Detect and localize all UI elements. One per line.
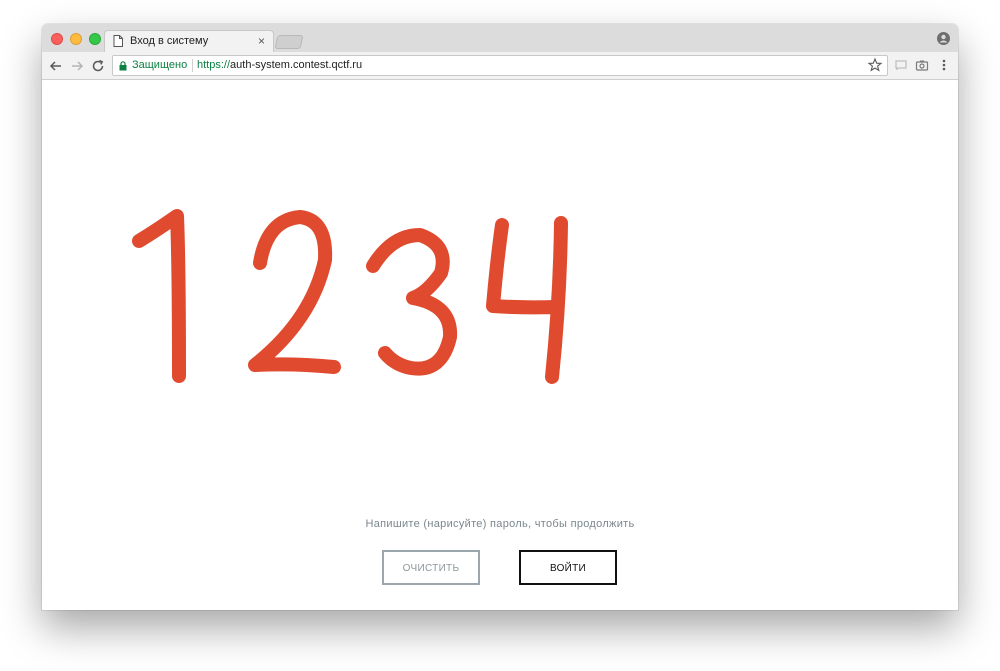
drawn-digit-3 [366, 228, 458, 376]
browser-window: Вход в систему × Защищено https://auth-s… [42, 24, 958, 610]
secure-label: Защищено [132, 59, 188, 71]
title-bar: Вход в систему × [42, 24, 958, 52]
url-host: auth-system.contest.qctf.ru [230, 59, 363, 71]
url-scheme: https:// [197, 59, 231, 71]
document-icon [113, 35, 123, 47]
camera-icon[interactable] [915, 58, 929, 72]
menu-dots-icon[interactable] [937, 58, 951, 72]
back-arrow-icon[interactable] [47, 57, 65, 75]
address-bar[interactable]: Защищено https://auth-system.contest.qct… [112, 55, 888, 76]
drawn-password [132, 209, 568, 384]
drawn-digit-2 [248, 210, 341, 374]
page-content: Напишите (нарисуйте) пароль, чтобы продо… [42, 80, 958, 610]
omnibox-divider [192, 59, 193, 72]
url-text: https://auth-system.contest.qctf.ru [197, 59, 362, 71]
close-window-button[interactable] [51, 33, 63, 45]
lock-icon [119, 61, 127, 71]
drawn-digit-4 [486, 216, 568, 384]
tab-title: Вход в систему [130, 35, 209, 47]
browser-tab[interactable]: Вход в систему × [104, 30, 274, 52]
forward-arrow-icon[interactable] [68, 57, 86, 75]
profile-icon[interactable] [937, 32, 950, 45]
minimize-window-button[interactable] [70, 33, 82, 45]
reload-icon[interactable] [89, 57, 107, 75]
browser-toolbar: Защищено https://auth-system.contest.qct… [42, 52, 958, 80]
login-button[interactable]: ВОЙТИ [519, 550, 617, 585]
maximize-window-button[interactable] [89, 33, 101, 45]
drawing-canvas[interactable] [42, 80, 958, 480]
star-icon[interactable] [867, 57, 883, 73]
hint-text: Напишите (нарисуйте) пароль, чтобы продо… [365, 518, 635, 530]
tab-close-icon[interactable]: × [258, 34, 265, 48]
cast-icon[interactable] [894, 58, 908, 72]
clear-button[interactable]: ОЧИСТИТЬ [382, 550, 480, 585]
new-tab-button[interactable] [274, 35, 304, 49]
drawn-digit-1 [132, 209, 186, 383]
